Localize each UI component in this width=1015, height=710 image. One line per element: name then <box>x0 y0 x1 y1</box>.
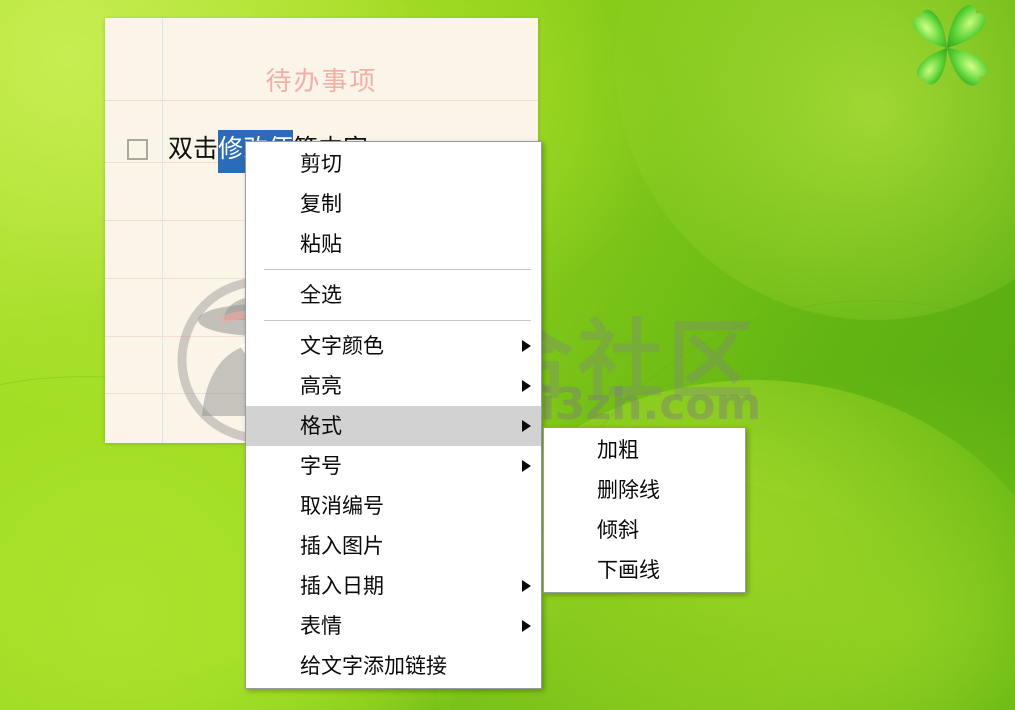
context-menu-item-label: 文字颜色 <box>300 334 384 358</box>
note-item-checkbox[interactable] <box>127 138 148 160</box>
context-menu-item-label: 粘贴 <box>300 232 342 256</box>
context-menu-item-label: 取消编号 <box>300 494 384 518</box>
format-submenu-item-label: 下画线 <box>597 558 660 582</box>
context-menu-item-label: 插入日期 <box>300 574 384 598</box>
format-submenu[interactable]: 加粗删除线倾斜下画线 <box>543 427 746 593</box>
context-menu-item-4[interactable]: 文字颜色 <box>246 326 541 366</box>
context-menu-item-label: 剪切 <box>300 152 342 176</box>
context-menu-item-11[interactable]: 表情 <box>246 606 541 646</box>
context-menu-item-0[interactable]: 剪切 <box>246 144 541 184</box>
chevron-right-icon <box>522 420 531 432</box>
chevron-right-icon <box>522 460 531 472</box>
note-title: 待办事项 <box>265 67 378 97</box>
context-menu-item-3[interactable]: 全选 <box>246 275 541 315</box>
context-menu-item-9[interactable]: 插入图片 <box>246 526 541 566</box>
context-menu-item-6[interactable]: 格式 <box>246 406 541 446</box>
format-submenu-item-label: 删除线 <box>597 478 660 502</box>
chevron-right-icon <box>522 340 531 352</box>
four-leaf-clover-icon <box>912 5 987 86</box>
chevron-right-icon <box>522 580 531 592</box>
context-menu-item-5[interactable]: 高亮 <box>246 366 541 406</box>
format-submenu-item-label: 加粗 <box>597 438 639 462</box>
context-menu-item-2[interactable]: 粘贴 <box>246 224 541 264</box>
format-submenu-item-3[interactable]: 下画线 <box>544 550 745 590</box>
context-menu-item-label: 给文字添加链接 <box>300 654 447 678</box>
context-menu-item-7[interactable]: 字号 <box>246 446 541 486</box>
context-menu-item-label: 全选 <box>300 283 342 307</box>
context-menu-item-12[interactable]: 给文字添加链接 <box>246 646 541 686</box>
context-menu-item-label: 表情 <box>300 614 342 638</box>
menu-separator <box>264 320 531 321</box>
chevron-right-icon <box>522 620 531 632</box>
context-menu-item-label: 插入图片 <box>300 534 384 558</box>
format-submenu-item-label: 倾斜 <box>597 518 639 542</box>
context-menu-item-1[interactable]: 复制 <box>246 184 541 224</box>
format-submenu-item-2[interactable]: 倾斜 <box>544 510 745 550</box>
note-text-before: 双击 <box>168 134 219 163</box>
format-submenu-item-0[interactable]: 加粗 <box>544 430 745 470</box>
context-menu-item-label: 高亮 <box>300 374 342 398</box>
context-menu-item-label: 格式 <box>300 414 342 438</box>
chevron-right-icon <box>522 380 531 392</box>
menu-separator <box>264 269 531 270</box>
format-submenu-item-1[interactable]: 删除线 <box>544 470 745 510</box>
context-menu-item-8[interactable]: 取消编号 <box>246 486 541 526</box>
context-menu-item-10[interactable]: 插入日期 <box>246 566 541 606</box>
context-menu-item-label: 复制 <box>300 192 342 216</box>
context-menu-item-label: 字号 <box>300 454 342 478</box>
context-menu[interactable]: 剪切复制粘贴全选文字颜色高亮格式字号取消编号插入图片插入日期表情给文字添加链接 <box>245 141 542 689</box>
